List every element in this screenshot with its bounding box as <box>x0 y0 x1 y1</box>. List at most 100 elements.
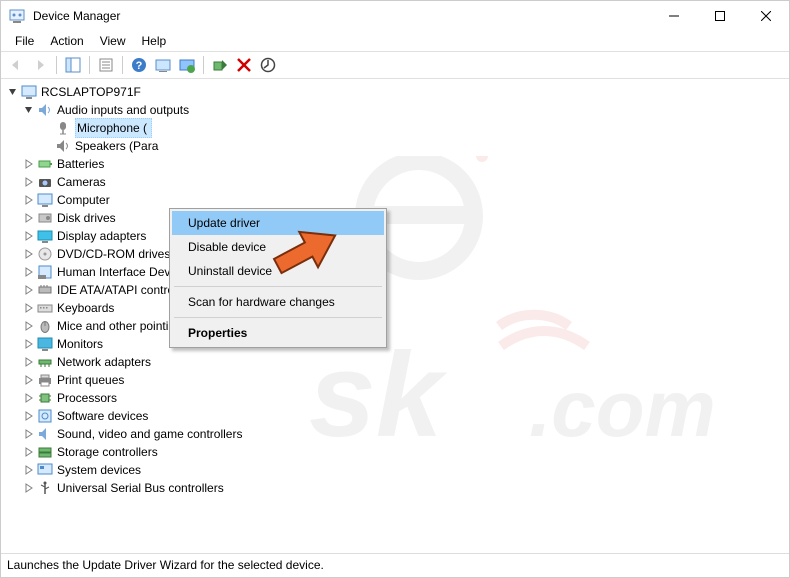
tree-category-sound[interactable]: Sound, video and game controllers <box>3 425 787 443</box>
tree-category-label: Keyboards <box>57 299 114 317</box>
tree-category-audio[interactable]: Audio inputs and outputs <box>3 101 787 119</box>
menu-help[interactable]: Help <box>134 32 175 50</box>
minimize-button[interactable] <box>651 1 697 31</box>
tree-category-monitors[interactable]: Monitors <box>3 335 787 353</box>
svg-text:?: ? <box>136 60 143 72</box>
tree-item-label: Microphone ( <box>75 118 152 138</box>
ctx-separator <box>174 286 382 287</box>
tree-category-label: Software devices <box>57 407 148 425</box>
window-controls <box>651 1 789 31</box>
expander-closed-icon[interactable] <box>21 444 37 460</box>
tree-category-hid[interactable]: Human Interface Devices <box>3 263 787 281</box>
expander-closed-icon[interactable] <box>21 300 37 316</box>
scan-hardware-button[interactable] <box>257 54 279 76</box>
tree-category-display-adapters[interactable]: Display adapters <box>3 227 787 245</box>
ctx-scan-hardware[interactable]: Scan for hardware changes <box>172 290 384 314</box>
tree-category-ide[interactable]: IDE ATA/ATAPI controllers <box>3 281 787 299</box>
tree-category-cameras[interactable]: Cameras <box>3 173 787 191</box>
expander-closed-icon[interactable] <box>21 408 37 424</box>
expander-closed-icon[interactable] <box>21 192 37 208</box>
tree-category-label: Batteries <box>57 155 104 173</box>
expander-closed-icon[interactable] <box>21 264 37 280</box>
ctx-disable-device[interactable]: Disable device <box>172 235 384 259</box>
tree-item-speakers[interactable]: Speakers (Para <box>3 137 787 155</box>
tree-category-label: Sound, video and game controllers <box>57 425 242 443</box>
expander-closed-icon[interactable] <box>21 210 37 226</box>
expander-closed-icon[interactable] <box>21 336 37 352</box>
tree-category-system[interactable]: System devices <box>3 461 787 479</box>
expander-closed-icon[interactable] <box>21 228 37 244</box>
tree-category-keyboards[interactable]: Keyboards <box>3 299 787 317</box>
uninstall-device-button[interactable] <box>233 54 255 76</box>
expander-closed-icon[interactable] <box>21 246 37 262</box>
ctx-uninstall-device[interactable]: Uninstall device <box>172 259 384 283</box>
tree-category-processors[interactable]: Processors <box>3 389 787 407</box>
close-button[interactable] <box>743 1 789 31</box>
ctx-update-driver[interactable]: Update driver <box>172 211 384 235</box>
expander-closed-icon[interactable] <box>21 354 37 370</box>
toolbar: ? <box>1 51 789 79</box>
microphone-icon <box>55 120 71 136</box>
cpu-icon <box>37 390 53 406</box>
menu-bar: File Action View Help <box>1 31 789 51</box>
expander-closed-icon[interactable] <box>21 318 37 334</box>
computer-icon <box>37 192 53 208</box>
device-tree[interactable]: RCSLAPTOP971F Audio inputs and outputs M… <box>1 79 789 501</box>
speaker-icon <box>37 102 53 118</box>
tree-category-usb[interactable]: Universal Serial Bus controllers <box>3 479 787 497</box>
disk-icon <box>37 210 53 226</box>
tree-category-label: Disk drives <box>57 209 116 227</box>
ide-icon <box>37 282 53 298</box>
menu-view[interactable]: View <box>92 32 134 50</box>
back-button[interactable] <box>5 54 27 76</box>
tree-category-computer[interactable]: Computer <box>3 191 787 209</box>
expander-closed-icon[interactable] <box>21 372 37 388</box>
expander-open-icon[interactable] <box>21 102 37 118</box>
tree-category-label: Network adapters <box>57 353 151 371</box>
tree-item-microphone[interactable]: Microphone ( <box>3 119 787 137</box>
tree-category-network[interactable]: Network adapters <box>3 353 787 371</box>
expander-closed-icon[interactable] <box>21 480 37 496</box>
forward-button[interactable] <box>29 54 51 76</box>
computer-icon <box>21 84 37 100</box>
show-hide-tree-button[interactable] <box>62 54 84 76</box>
tree-category-label: Cameras <box>57 173 106 191</box>
camera-icon <box>37 174 53 190</box>
maximize-button[interactable] <box>697 1 743 31</box>
tree-category-label: Display adapters <box>57 227 146 245</box>
toolbar-separator <box>203 56 204 74</box>
scan-button[interactable] <box>152 54 174 76</box>
tree-category-batteries[interactable]: Batteries <box>3 155 787 173</box>
expander-closed-icon[interactable] <box>21 156 37 172</box>
tree-category-storage[interactable]: Storage controllers <box>3 443 787 461</box>
expander-closed-icon[interactable] <box>21 390 37 406</box>
tree-category-disk-drives[interactable]: Disk drives <box>3 209 787 227</box>
tree-category-mice[interactable]: Mice and other pointing devices <box>3 317 787 335</box>
expander-open-icon[interactable] <box>5 84 21 100</box>
update-driver-button[interactable] <box>176 54 198 76</box>
system-icon <box>37 462 53 478</box>
printer-icon <box>37 372 53 388</box>
tree-category-software[interactable]: Software devices <box>3 407 787 425</box>
properties-button[interactable] <box>95 54 117 76</box>
battery-icon <box>37 156 53 172</box>
help-button[interactable]: ? <box>128 54 150 76</box>
tree-root[interactable]: RCSLAPTOP971F <box>3 83 787 101</box>
tree-category-print[interactable]: Print queues <box>3 371 787 389</box>
tree-category-dvd[interactable]: DVD/CD-ROM drives <box>3 245 787 263</box>
menu-action[interactable]: Action <box>42 32 91 50</box>
expander-closed-icon[interactable] <box>21 426 37 442</box>
toolbar-separator <box>56 56 57 74</box>
tree-category-label: Processors <box>57 389 117 407</box>
expander-closed-icon[interactable] <box>21 174 37 190</box>
menu-file[interactable]: File <box>7 32 42 50</box>
tree-area: sk .com RCSLAPTOP971F <box>1 79 789 553</box>
speaker-icon <box>37 426 53 442</box>
tree-category-label: Print queues <box>57 371 124 389</box>
expander-closed-icon[interactable] <box>21 282 37 298</box>
expander-closed-icon[interactable] <box>21 462 37 478</box>
enable-device-button[interactable] <box>209 54 231 76</box>
ctx-properties[interactable]: Properties <box>172 321 384 345</box>
context-menu: Update driver Disable device Uninstall d… <box>169 208 387 348</box>
monitor-icon <box>37 336 53 352</box>
